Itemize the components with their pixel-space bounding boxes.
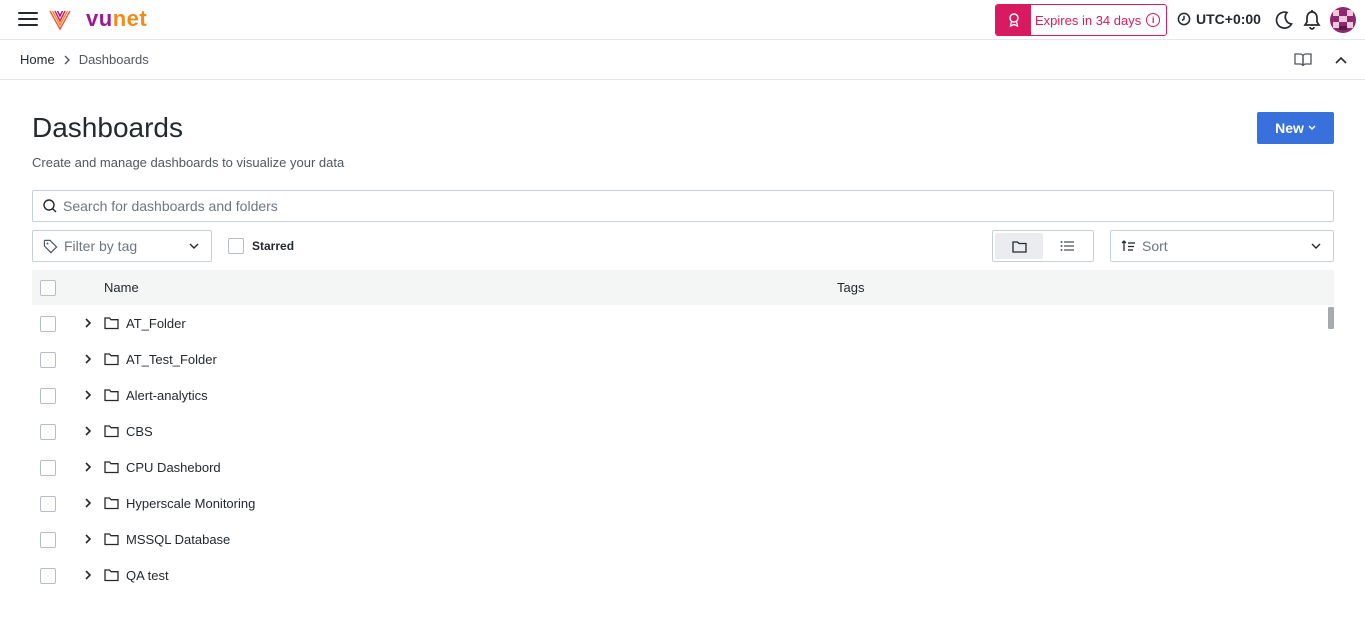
brand-prefix: vu (86, 6, 113, 31)
chevron-down-icon (1311, 243, 1321, 249)
folder-icon (104, 497, 119, 510)
folder-name[interactable]: CPU Dashebord (126, 460, 221, 475)
table-header: Name Tags (32, 270, 1334, 305)
top-navbar: vunet Expires in 34 days i UTC+0:00 (0, 0, 1365, 40)
brand-logo[interactable]: vunet (86, 6, 147, 32)
starred-label: Starred (252, 239, 295, 253)
row-checkbox[interactable] (40, 568, 56, 584)
breadcrumb: Home Dashboards (20, 52, 149, 67)
table-row[interactable]: Alert-analytics (32, 377, 1326, 413)
folder-icon (104, 317, 119, 330)
folder-icon (104, 353, 119, 366)
sort-placeholder: Sort (1142, 238, 1168, 254)
chevron-down-icon (1308, 125, 1316, 130)
timezone-picker[interactable]: UTC+0:00 (1177, 11, 1261, 27)
menu-icon[interactable] (18, 12, 38, 28)
folder-icon (104, 389, 119, 402)
timezone-label: UTC+0:00 (1196, 11, 1261, 27)
folder-view-button[interactable] (995, 233, 1043, 259)
chevron-right-icon[interactable] (83, 533, 93, 545)
row-checkbox[interactable] (40, 424, 56, 440)
folder-name[interactable]: MSSQL Database (126, 532, 230, 547)
moon-icon[interactable] (1274, 10, 1294, 30)
info-icon: i (1146, 13, 1161, 27)
page-title: Dashboards (32, 112, 183, 143)
folder-icon (1011, 240, 1027, 253)
folder-name[interactable]: Hyperscale Monitoring (126, 496, 255, 511)
row-checkbox[interactable] (40, 388, 56, 404)
folder-icon (104, 425, 119, 438)
sort-select[interactable]: Sort (1110, 230, 1334, 262)
license-expiry-button[interactable]: Expires in 34 days i (995, 4, 1167, 36)
bell-icon[interactable] (1302, 9, 1322, 31)
folder-name[interactable]: QA test (126, 568, 169, 583)
user-avatar[interactable] (1330, 7, 1356, 33)
column-header-tags: Tags (837, 280, 865, 295)
select-all-checkbox[interactable] (40, 280, 56, 296)
chevron-right-icon[interactable] (83, 317, 93, 329)
list-icon (1060, 241, 1074, 251)
breadcrumb-current: Dashboards (78, 52, 149, 67)
folder-name[interactable]: Alert-analytics (126, 388, 208, 403)
table-row[interactable]: MSSQL Database (32, 521, 1326, 557)
folder-name[interactable]: AT_Folder (126, 316, 186, 331)
row-checkbox[interactable] (40, 316, 56, 332)
award-icon (996, 5, 1031, 35)
table-row[interactable]: Hyperscale Monitoring (32, 485, 1326, 521)
row-checkbox[interactable] (40, 460, 56, 476)
vunet-logo-mark-icon[interactable] (48, 7, 72, 33)
folder-icon (104, 569, 119, 582)
table-row[interactable]: CPU Dashebord (32, 449, 1326, 485)
search-icon (43, 199, 57, 213)
chevron-up-icon[interactable] (1334, 53, 1348, 67)
folder-list: AT_Folder AT_Test_Folder Alert-analytics… (32, 305, 1334, 593)
book-open-icon[interactable] (1294, 52, 1312, 68)
chevron-down-icon (189, 243, 199, 249)
new-button-label: New (1275, 120, 1304, 136)
chevron-right-icon[interactable] (83, 389, 93, 401)
tag-filter-placeholder: Filter by tag (64, 238, 138, 254)
folder-name[interactable]: AT_Test_Folder (126, 352, 217, 367)
expiry-label: Expires in 34 days (1035, 12, 1142, 28)
table-row[interactable]: QA test (32, 557, 1326, 593)
folder-name[interactable]: CBS (126, 424, 153, 439)
scrollbar[interactable] (1328, 307, 1334, 329)
brand-suffix: net (112, 6, 148, 31)
clock-icon (1177, 12, 1191, 26)
chevron-right-icon[interactable] (83, 569, 93, 581)
starred-filter[interactable]: Starred (228, 238, 294, 254)
chevron-right-icon (64, 55, 70, 64)
page-subtitle: Create and manage dashboards to visualiz… (32, 155, 345, 170)
table-row[interactable]: AT_Test_Folder (32, 341, 1326, 377)
column-header-name: Name (104, 280, 139, 295)
new-button[interactable]: New (1257, 112, 1334, 144)
chevron-right-icon[interactable] (83, 497, 93, 509)
row-checkbox[interactable] (40, 352, 56, 368)
chevron-right-icon[interactable] (83, 353, 93, 365)
chevron-right-icon[interactable] (83, 461, 93, 473)
tag-icon (43, 239, 58, 253)
search-box (32, 190, 1334, 222)
row-checkbox[interactable] (40, 496, 56, 512)
tag-filter-select[interactable]: Filter by tag (32, 230, 212, 262)
starred-checkbox[interactable] (228, 238, 244, 254)
search-input[interactable] (63, 198, 1263, 214)
table-row[interactable]: CBS (32, 413, 1326, 449)
sort-icon (1121, 240, 1135, 251)
breadcrumb-bar: Home Dashboards (0, 40, 1365, 80)
folder-icon (104, 461, 119, 474)
chevron-right-icon[interactable] (83, 425, 93, 437)
view-mode-toggle (992, 230, 1094, 262)
table-row[interactable]: AT_Folder (32, 305, 1326, 341)
row-checkbox[interactable] (40, 532, 56, 548)
list-view-button[interactable] (1043, 233, 1091, 259)
folder-icon (104, 533, 119, 546)
breadcrumb-home-link[interactable]: Home (20, 52, 55, 67)
